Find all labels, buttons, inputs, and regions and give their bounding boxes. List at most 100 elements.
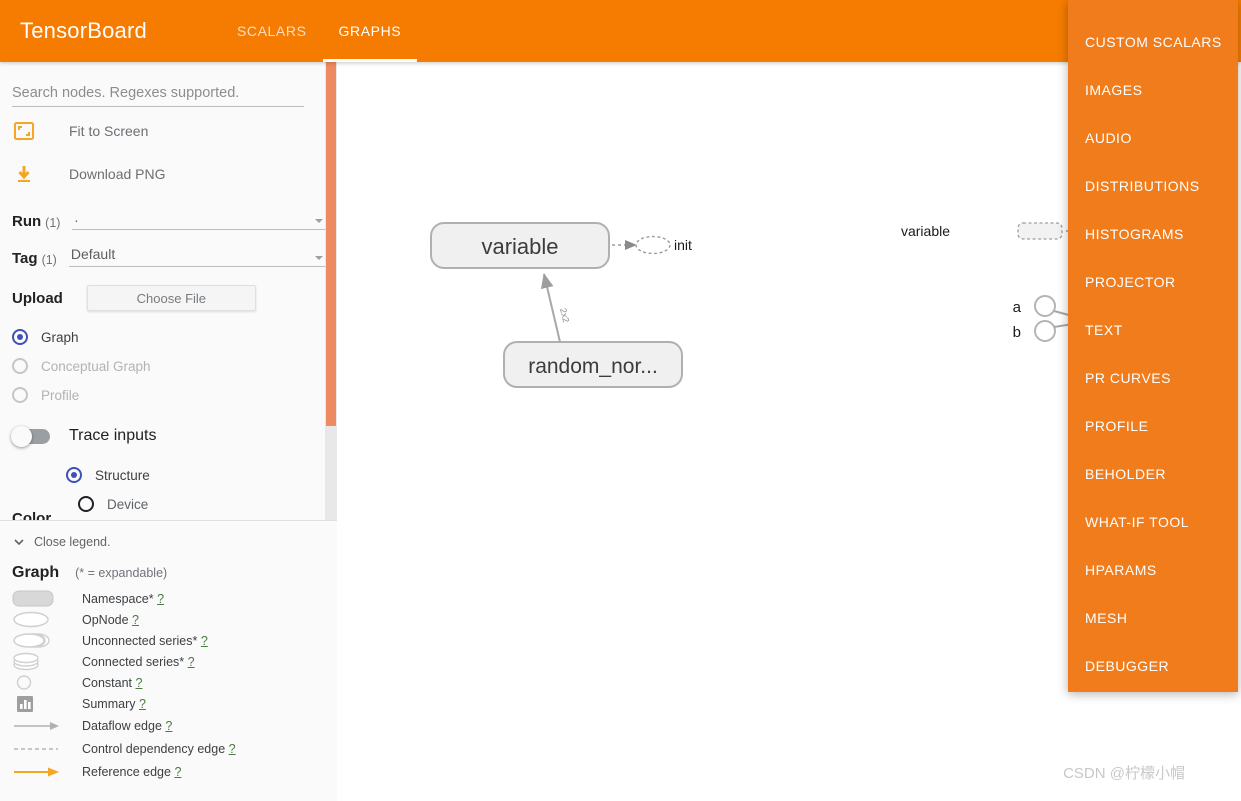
help-link[interactable]: ? [174,765,181,779]
graph-node-variable-label: variable [481,234,558,259]
radio-conceptual-graph[interactable]: Conceptual Graph [12,356,325,376]
radio-device-label: Device [107,496,149,512]
menu-item-what-if-tool[interactable]: WHAT-IF TOOL [1068,498,1238,546]
tensorboard-app: variable random_nor... 2x2 init variable… [0,0,1241,801]
menu-item-text[interactable]: TEXT [1068,306,1238,354]
run-select[interactable]: . [72,208,325,230]
menu-item-label: IMAGES [1085,82,1143,98]
legend-item-constant: Constant ? [12,672,325,693]
menu-item-custom-scalars[interactable]: CUSTOM SCALARS [1068,18,1238,66]
radio-profile[interactable]: Profile [12,385,325,405]
search-row [12,62,325,107]
graph-node-init-label: init [674,237,692,253]
help-link[interactable]: ? [157,592,164,606]
radio-structure-label: Structure [95,467,150,483]
graph-node-variable-2-label: variable [901,223,950,239]
download-png-button[interactable]: Download PNG [12,154,325,193]
trace-inputs-switch [11,425,50,447]
legend-header: Graph (* = expandable) [12,564,325,582]
radio-device-indicator [78,496,94,512]
radio-graph-label: Graph [41,329,79,345]
tag-count: (1) [41,253,57,267]
close-legend-label: Close legend. [34,535,111,549]
radio-device[interactable]: Device [78,494,325,514]
constant-shape-icon [12,674,64,691]
legend-note: (* = expandable) [75,566,168,580]
menu-item-hparams[interactable]: HPARAMS [1068,546,1238,594]
tag-value: Default [70,246,116,262]
tag-selector-row: Tag (1) Default [12,239,325,267]
menu-item-mesh[interactable]: MESH [1068,594,1238,642]
menu-item-pr-curves[interactable]: PR CURVES [1068,354,1238,402]
choose-file-label: Choose File [136,290,207,306]
radio-graph[interactable]: Graph [12,327,325,347]
radio-profile-label: Profile [41,387,80,403]
legend-item-summary: Summary ? [12,693,325,714]
help-link[interactable]: ? [132,613,139,627]
help-link[interactable]: ? [229,742,236,756]
dataflow-edge-icon [12,720,64,732]
trace-inputs-toggle[interactable]: Trace inputs [11,423,325,449]
menu-item-profile[interactable]: PROFILE [1068,402,1238,450]
graph-node-variable[interactable]: variable [430,222,610,269]
radio-conceptual-graph-label: Conceptual Graph [41,358,151,374]
menu-item-distributions[interactable]: DISTRIBUTIONS [1068,162,1238,210]
legend-item-unconnected-series-label: Unconnected series* ? [82,633,208,648]
legend-item-namespace-label: Namespace* ? [82,591,165,606]
help-link[interactable]: ? [165,719,172,733]
chevron-down-icon [14,539,24,546]
choose-file-button[interactable]: Choose File [86,285,256,311]
search-input[interactable] [12,85,304,107]
sidebar-scrollbar-track[interactable] [325,62,337,520]
menu-item-label: DEBUGGER [1085,658,1170,674]
radio-structure-indicator [66,467,82,483]
run-count: (1) [45,216,61,230]
radio-profile-indicator [12,387,28,403]
control-dependency-edge-icon [12,743,64,755]
radio-structure[interactable]: Structure [66,465,325,485]
legend-item-connected-series-label: Connected series* ? [82,654,195,669]
fit-to-screen-button[interactable]: Fit to Screen [12,111,325,150]
help-link[interactable]: ? [136,676,143,690]
menu-item-label: PR CURVES [1085,370,1171,386]
menu-item-label: HPARAMS [1085,562,1157,578]
close-legend-button[interactable]: Close legend. [12,527,325,557]
tag-select[interactable]: Default [68,245,325,267]
graph-node-random-normal-label: random_nor... [528,355,658,378]
sidebar-scrollbar-thumb[interactable] [326,62,336,426]
menu-item-images[interactable]: IMAGES [1068,66,1238,114]
graph-node-a-label: a [1013,299,1022,316]
plugin-dropdown-menu[interactable]: CUSTOM SCALARS IMAGES AUDIO DISTRIBUTION… [1068,0,1238,692]
graph-node-init[interactable]: init [635,235,692,255]
tab-scalars[interactable]: SCALARS [221,0,323,62]
legend-item-dataflow-edge-label: Dataflow edge ? [82,719,173,733]
run-value: . [74,209,79,225]
menu-item-histograms[interactable]: HISTOGRAMS [1068,210,1238,258]
control-sidebar: Fit to Screen Download PNG Run (1) [0,62,337,801]
menu-item-projector[interactable]: PROJECTOR [1068,258,1238,306]
menu-item-debugger[interactable]: DEBUGGER [1068,642,1238,690]
sidebar-scroll-area[interactable]: Fit to Screen Download PNG Run (1) [0,62,337,520]
help-link[interactable]: ? [201,634,208,648]
menu-item-beholder[interactable]: BEHOLDER [1068,450,1238,498]
fit-to-screen-label: Fit to Screen [69,122,149,139]
run-selector-row: Run (1) . [12,202,325,230]
graph-node-random-normal[interactable]: random_nor... [503,341,683,388]
trace-inputs-label: Trace inputs [69,427,157,444]
legend-title: Graph [12,564,60,581]
app-title: TensorBoard [20,18,147,43]
tag-label: Tag [12,250,38,267]
radio-graph-indicator [12,329,28,345]
tab-graphs[interactable]: GRAPHS [322,0,418,62]
legend-item-reference-edge-label: Reference edge ? [82,765,182,779]
help-link[interactable]: ? [188,655,195,669]
namespace-shape-icon [12,590,64,607]
legend-item-dataflow-edge: Dataflow edge ? [12,714,325,738]
help-link[interactable]: ? [139,697,146,711]
menu-item-audio[interactable]: AUDIO [1068,114,1238,162]
legend-item-control-dependency-edge: Control dependency edge ? [12,738,325,760]
graph-node-b-label: b [1013,324,1021,341]
color-section: Color Structure Device XLA Cluster [12,465,325,520]
legend-item-control-dependency-edge-label: Control dependency edge ? [82,742,236,756]
menu-item-label: PROFILE [1085,418,1149,434]
